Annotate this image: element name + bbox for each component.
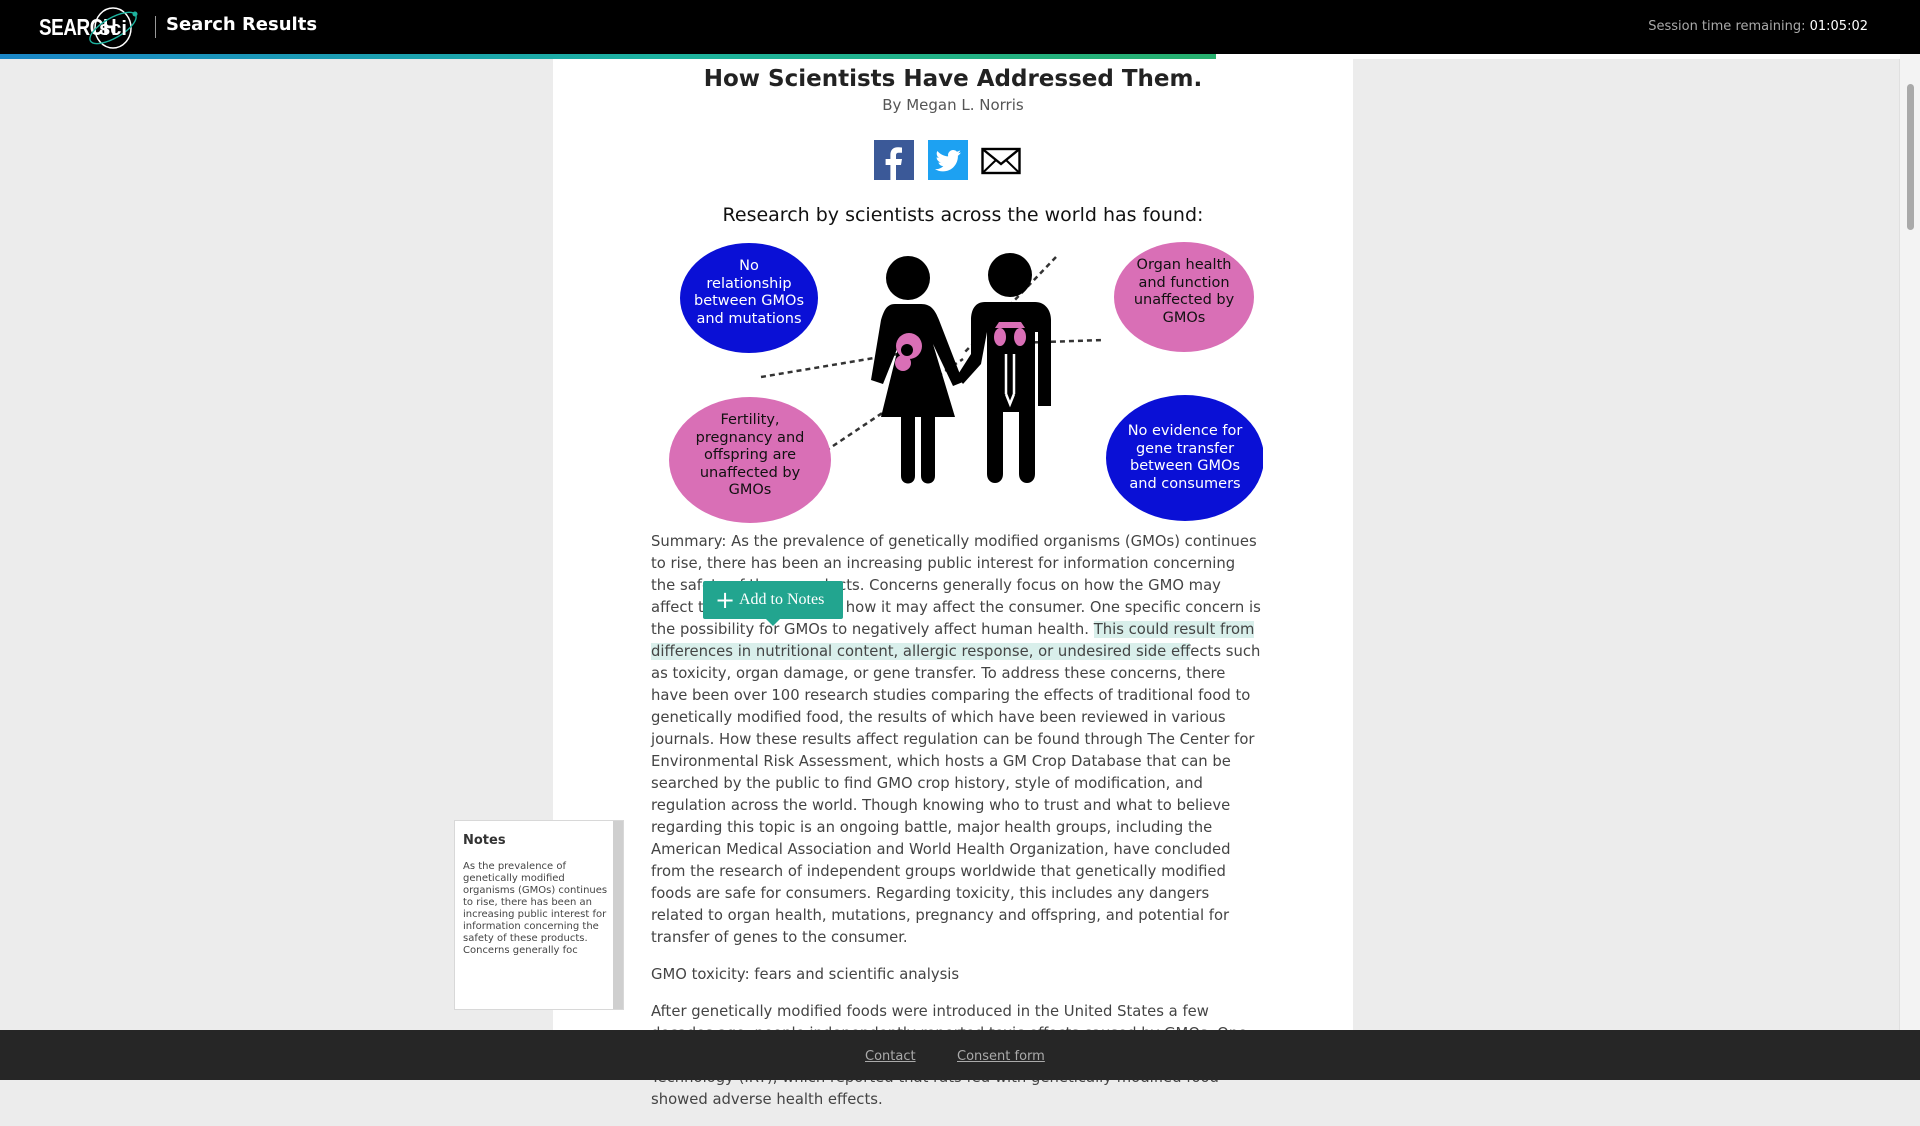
female-figure-icon — [871, 256, 963, 484]
searchsci-logo[interactable]: SEARCH sci — [39, 6, 143, 50]
top-bar: SEARCH sci Search Results Session time r… — [0, 0, 1920, 54]
bubble-line: offspring are — [703, 447, 797, 463]
bubble-line: unaffected by — [699, 464, 801, 481]
session-time: 01:05:02 — [1809, 19, 1868, 34]
bubble-line: between GMOs — [1129, 458, 1241, 474]
notes-scrollbar[interactable] — [613, 821, 623, 1009]
facebook-icon[interactable] — [874, 140, 914, 180]
twitter-icon[interactable] — [928, 140, 968, 180]
bubble-line: No — [739, 258, 759, 274]
logo-mark: sci — [99, 18, 127, 40]
page-title: Search Results — [166, 14, 318, 35]
contact-link[interactable]: Contact — [865, 1049, 916, 1064]
bubble-line: Fertility, — [720, 412, 780, 428]
bubble-line: relationship — [706, 275, 792, 292]
header-divider — [155, 16, 156, 38]
bubble-line: and consumers — [1129, 475, 1241, 492]
bubble-text-gene-transfer: No evidence for gene transfer between GMOs… — [1106, 423, 1264, 493]
bubble-text-organ-health: Organ health and function unaffected by GMO… — [1114, 257, 1254, 327]
add-to-notes-label: Add to Notes — [739, 591, 825, 608]
email-icon[interactable] — [981, 140, 1021, 180]
session-label: Session time remaining: — [1648, 19, 1806, 34]
bubble-line: GMOs — [1162, 309, 1206, 326]
session-timer: Session time remaining: 01:05:02 — [1648, 19, 1868, 34]
notes-title: Notes — [463, 833, 506, 848]
article-title: How Scientists Have Addressed Them. — [703, 66, 1203, 92]
article-panel: How Scientists Have Addressed Them. By M… — [553, 54, 1353, 1108]
bubble-line: between GMOs — [693, 293, 805, 309]
notes-panel[interactable]: Notes As the prevalence of genetically m… — [454, 820, 624, 1010]
bubble-line: pregnancy and — [695, 429, 805, 446]
bubble-line: and function — [1138, 274, 1230, 291]
task-progress-bar — [0, 54, 1900, 59]
page-scrollbar[interactable] — [1899, 54, 1920, 1030]
bubble-text-fertility: Fertility, pregnancy and offspring are unaf… — [669, 412, 831, 500]
footer: Contact Consent form — [0, 1030, 1920, 1080]
plus-icon: + — [715, 586, 736, 614]
summary-text-continued: ects such as toxicity, organ damage, or … — [651, 643, 1261, 946]
logo-orbit-icon: sci — [89, 7, 138, 49]
section-heading: GMO toxicity: fears and scientific analy… — [651, 966, 960, 983]
consent-form-link[interactable]: Consent form — [957, 1049, 1045, 1064]
article-byline: By Megan L. Norris — [882, 96, 1024, 114]
add-to-notes-button[interactable]: + Add to Notes — [703, 581, 843, 626]
bubble-line: GMOs — [728, 482, 772, 498]
task-progress-fill — [0, 54, 1216, 59]
gmo-research-infographic: Research by scientists across the world … — [663, 204, 1263, 564]
bubble-line: and mutations — [696, 310, 802, 327]
page-scrollbar-thumb[interactable] — [1907, 84, 1914, 230]
male-figure-icon — [957, 253, 1051, 483]
bubble-text-mutations: No relationship between GMOs and mutations — [680, 258, 818, 328]
bubble-line: unaffected by — [1133, 292, 1235, 308]
notes-content[interactable]: As the prevalence of genetically modifie… — [463, 861, 611, 957]
bubble-line: No evidence for — [1127, 423, 1243, 439]
tooltip-caret — [766, 619, 780, 626]
bubble-line: Organ health — [1136, 257, 1232, 273]
bubble-line: gene transfer — [1135, 440, 1235, 457]
